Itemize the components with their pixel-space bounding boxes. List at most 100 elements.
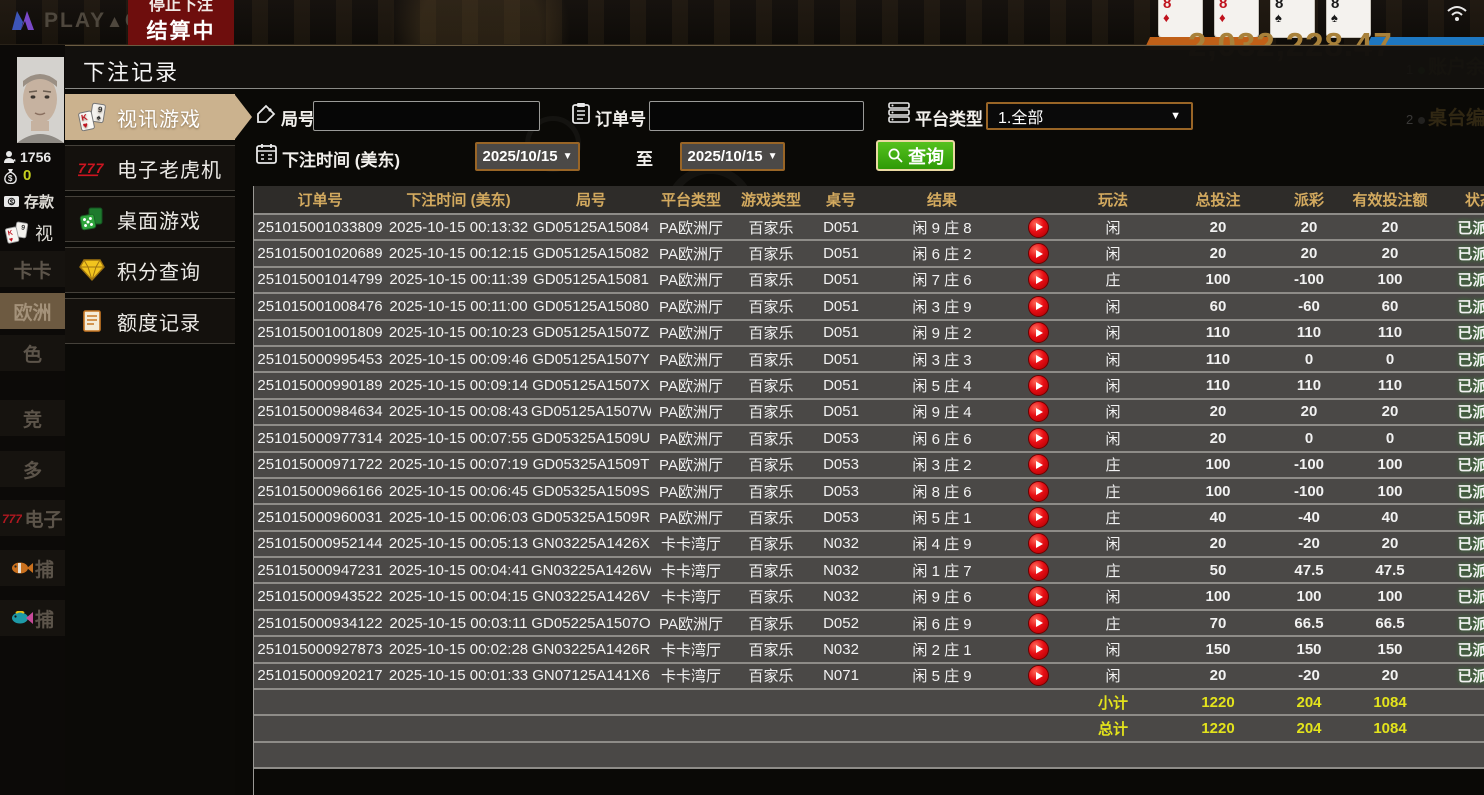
cell-order: 251015000943522 — [254, 583, 386, 609]
total-spacer — [254, 715, 1063, 741]
cell-order: 251015000977314 — [254, 425, 386, 451]
bet-table-container: 订单号 下注时间 (美东) 局号 平台类型 游戏类型 桌号 结果 玩法 总投注 … — [253, 186, 1484, 795]
header-total-bet: 总投注 — [1163, 186, 1273, 214]
replay-button[interactable] — [1028, 533, 1049, 554]
cell-status: 已派彩 — [1435, 293, 1484, 319]
cell-result: 闲 6 庄 6 — [871, 425, 1013, 451]
cell-game: 百家乐 — [731, 425, 811, 451]
play-icon — [1036, 645, 1043, 653]
cell-game: 百家乐 — [731, 504, 811, 530]
header-payout: 派彩 — [1273, 186, 1345, 214]
settle-status-box: 停止下注 结算中 — [128, 0, 234, 45]
lobby-tile-fishing-1[interactable]: 捕 — [0, 550, 65, 586]
order-input[interactable] — [649, 101, 864, 131]
lobby-tile-jing[interactable]: 竞 — [0, 400, 65, 436]
cell-bet-type: 闲 — [1063, 240, 1163, 266]
cell-table: D051 — [811, 240, 871, 266]
query-button[interactable]: 查询 — [876, 140, 955, 171]
replay-button[interactable] — [1028, 665, 1049, 686]
replay-button[interactable] — [1028, 560, 1049, 581]
replay-button[interactable] — [1028, 296, 1049, 317]
replay-button[interactable] — [1028, 428, 1049, 449]
menu-item-quota-records[interactable]: 额度记录 — [65, 298, 235, 344]
table-row: 2510150009202172025-10-15 00:01:33GN0712… — [254, 663, 1484, 689]
cell-platform: PA欧洲厅 — [651, 425, 731, 451]
lobby-tile-slots[interactable]: 777 电子 — [0, 500, 65, 536]
cell-round: GD05125A15084 — [531, 214, 651, 240]
cell-status: 已派彩 — [1435, 610, 1484, 636]
replay-button[interactable] — [1028, 481, 1049, 502]
cell-order: 251015001033809 — [254, 214, 386, 240]
cell-valid-bet: 110 — [1345, 320, 1435, 346]
cell-total-bet: 20 — [1163, 425, 1273, 451]
lobby-tile-fishing-2[interactable]: 捕 — [0, 600, 65, 636]
replay-button[interactable] — [1028, 639, 1049, 660]
cell-result: 闲 8 庄 6 — [871, 478, 1013, 504]
tropical-fish-icon — [11, 611, 33, 625]
replay-button[interactable] — [1028, 217, 1049, 238]
lobby-tile-europe[interactable]: 欧洲 — [0, 293, 65, 329]
cell-result: 闲 5 庄 9 — [871, 663, 1013, 689]
replay-button[interactable] — [1028, 586, 1049, 607]
platform-type-icon — [888, 102, 910, 123]
cell-bet-type: 闲 — [1063, 372, 1163, 398]
replay-button[interactable] — [1028, 507, 1049, 528]
replay-button[interactable] — [1028, 613, 1049, 634]
round-input[interactable] — [313, 101, 540, 131]
cell-bet-type: 庄 — [1063, 504, 1163, 530]
cell-valid-bet: 0 — [1345, 425, 1435, 451]
lobby-tile-kaka[interactable]: 卡卡 — [0, 251, 65, 287]
cell-table: D051 — [811, 372, 871, 398]
cell-replay — [1013, 583, 1063, 609]
cell-payout: 100 — [1273, 583, 1345, 609]
tag-icon — [256, 104, 276, 124]
play-icon — [1036, 223, 1043, 231]
video-games-nav-partial[interactable]: 9 K♥ 视 — [4, 220, 53, 246]
menu-item-points[interactable]: 积分查询 — [65, 247, 235, 293]
cell-result: 闲 9 庄 4 — [871, 399, 1013, 425]
cell-platform: 卡卡湾厅 — [651, 531, 731, 557]
replay-button[interactable] — [1028, 322, 1049, 343]
cell-platform: PA欧洲厅 — [651, 293, 731, 319]
replay-button[interactable] — [1028, 401, 1049, 422]
cell-time: 2025-10-15 00:06:03 — [386, 504, 531, 530]
cell-order: 251015000947231 — [254, 557, 386, 583]
lobby-tile-duo[interactable]: 多 — [0, 451, 65, 487]
cell-game: 百家乐 — [731, 478, 811, 504]
cell-bet-type: 闲 — [1063, 399, 1163, 425]
cell-status: 已派彩 — [1435, 531, 1484, 557]
menu-item-label: 桌面游戏 — [117, 205, 201, 234]
replay-button[interactable] — [1028, 454, 1049, 475]
cell-result: 闲 1 庄 7 — [871, 557, 1013, 583]
cell-time: 2025-10-15 00:09:46 — [386, 346, 531, 372]
menu-item-table-games[interactable]: 桌面游戏 — [65, 196, 235, 242]
date-to-select[interactable]: 2025/10/15 ▼ — [680, 142, 785, 171]
cell-round: GD05125A1507X — [531, 372, 651, 398]
deposit-button[interactable]: $ 存款 — [3, 191, 54, 212]
cell-round: GN03225A1426R — [531, 636, 651, 662]
cell-game: 百家乐 — [731, 399, 811, 425]
cell-status: 已派彩 — [1435, 478, 1484, 504]
header-valid-bet: 有效投注额 — [1345, 186, 1435, 214]
date-from-select[interactable]: 2025/10/15 ▼ — [475, 142, 580, 171]
cell-order: 251015000966166 — [254, 478, 386, 504]
replay-button[interactable] — [1028, 269, 1049, 290]
cell-payout: 20 — [1273, 399, 1345, 425]
replay-button[interactable] — [1028, 375, 1049, 396]
cell-round: GD05125A15081 — [531, 267, 651, 293]
header-platform: 平台类型 — [651, 186, 731, 214]
table-row: 2510150010018092025-10-15 00:10:23GD0512… — [254, 320, 1484, 346]
platform-select[interactable]: 1.全部 ▼ — [986, 102, 1193, 130]
clipboard-icon — [571, 102, 591, 124]
cell-platform: PA欧洲厅 — [651, 399, 731, 425]
lobby-tile-se[interactable]: 色 — [0, 335, 65, 371]
avatar[interactable] — [17, 57, 64, 143]
menu-item-live-games[interactable]: 9♠ K♥ 视讯游戏 — [65, 94, 235, 140]
cell-table: D052 — [811, 610, 871, 636]
replay-button[interactable] — [1028, 349, 1049, 370]
svg-text:777: 777 — [2, 512, 22, 524]
cell-table: D051 — [811, 214, 871, 240]
menu-item-slots[interactable]: 777 电子老虎机 — [65, 145, 235, 191]
order-filter-label: 订单号 — [595, 105, 646, 130]
replay-button[interactable] — [1028, 243, 1049, 264]
